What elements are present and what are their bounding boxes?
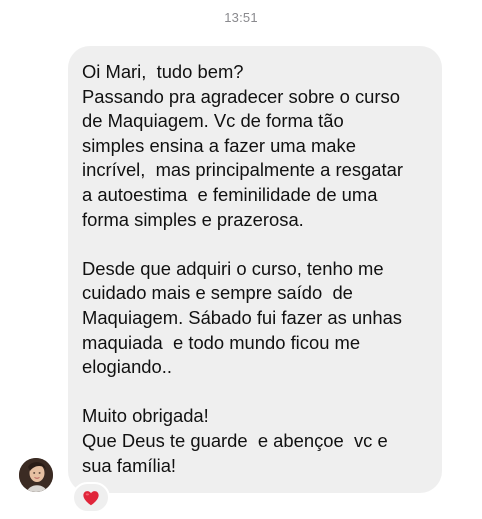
- heart-icon: [83, 490, 99, 505]
- chat-screen: 13:51 Oi Mari, tudo bem? Passando pra ag…: [0, 0, 482, 519]
- message-line: elogiando..: [82, 356, 172, 378]
- message-bubble[interactable]: Oi Mari, tudo bem? Passando pra agradece…: [68, 46, 442, 493]
- message-line: Passando pra agradecer sobre o curso: [82, 85, 400, 107]
- message-line: Que Deus te guarde e abençoe vc e: [82, 429, 388, 451]
- sender-avatar[interactable]: [19, 458, 53, 492]
- reaction-badge[interactable]: [72, 482, 110, 513]
- message-line: sua família!: [82, 454, 177, 476]
- message-line: simples ensina a fazer uma make: [82, 134, 356, 156]
- message-line: Muito obrigada!: [82, 405, 209, 427]
- message-line: cuidado mais e sempre saído de: [82, 282, 353, 304]
- message-line: Desde que adquiri o curso, tenho me: [82, 257, 384, 279]
- message-timestamp: 13:51: [224, 10, 258, 25]
- message-line: Oi Mari, tudo bem?: [82, 61, 244, 82]
- message-line: forma simples e prazerosa.: [82, 208, 304, 230]
- avatar-image: [19, 458, 53, 492]
- message-paragraph-3: Muito obrigada! Que Deus te guarde e abe…: [82, 404, 428, 478]
- message-paragraph-1: Oi Mari, tudo bem? Passando pra agradece…: [82, 60, 428, 232]
- message-line: Maquiagem. Sábado fui fazer as unhas: [82, 306, 402, 328]
- message-line: de Maquiagem. Vc de forma tão: [82, 110, 344, 132]
- message-line: maquiada e todo mundo ficou me: [82, 331, 361, 353]
- message-line: incrível, mas principalmente a resgatar: [82, 159, 403, 181]
- message-line: a autoestima e feminilidade de uma: [82, 183, 378, 205]
- message-paragraph-2: Desde que adquiri o curso, tenho me cuid…: [82, 257, 428, 380]
